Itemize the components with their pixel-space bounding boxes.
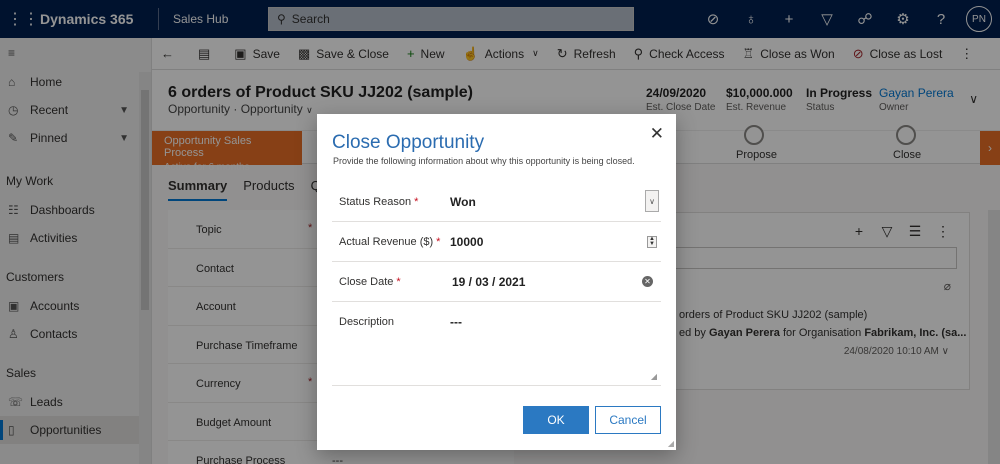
- label-text: Status Reason: [339, 196, 412, 208]
- close-date-label: Close Date *: [339, 276, 401, 288]
- dialog-resize-icon[interactable]: ◢: [668, 439, 674, 448]
- clear-icon[interactable]: ✕: [642, 276, 653, 287]
- dialog-title: Close Opportunity: [332, 132, 485, 153]
- required-marker: *: [414, 196, 419, 208]
- ok-button[interactable]: OK: [523, 406, 589, 434]
- required-marker: *: [396, 276, 401, 288]
- description-value[interactable]: ---: [450, 315, 462, 329]
- description-label: Description: [339, 316, 395, 328]
- stepper-icon[interactable]: ▲ ▼: [647, 236, 657, 248]
- close-date-value[interactable]: 19 / 03 / 2021: [452, 275, 525, 289]
- label-text: Actual Revenue ($): [339, 236, 434, 248]
- actual-revenue-value[interactable]: 10000: [450, 235, 483, 249]
- dialog-subtitle: Provide the following information about …: [333, 156, 635, 166]
- resize-handle-icon[interactable]: ◢: [651, 372, 657, 381]
- chevron-down-icon[interactable]: ∨: [645, 190, 659, 212]
- status-reason-value[interactable]: Won: [450, 195, 476, 209]
- actual-revenue-label: Actual Revenue ($) *: [339, 236, 440, 248]
- close-icon[interactable]: ✕: [650, 124, 664, 144]
- actual-revenue-field[interactable]: Actual Revenue ($) * 10000 ▲ ▼: [332, 222, 661, 262]
- status-reason-field[interactable]: Status Reason * Won ∨: [332, 182, 661, 222]
- required-marker: *: [436, 236, 441, 248]
- close-date-field[interactable]: Close Date * 19 / 03 / 2021 ✕: [332, 262, 661, 302]
- close-opportunity-dialog: Close Opportunity ✕ Provide the followin…: [317, 114, 676, 450]
- description-field[interactable]: Description --- ◢: [332, 302, 661, 386]
- label-text: Close Date: [339, 276, 394, 288]
- cancel-button[interactable]: Cancel: [595, 406, 661, 434]
- status-reason-label: Status Reason *: [339, 196, 418, 208]
